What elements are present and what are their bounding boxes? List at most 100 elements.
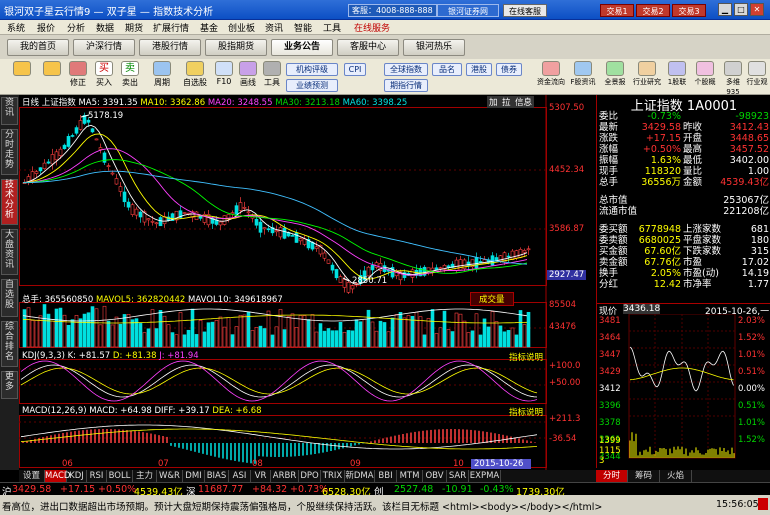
minimize-icon[interactable]: ▁ — [718, 3, 732, 16]
indicator-tab-dma[interactable]: 新DMA — [345, 470, 375, 482]
close-icon[interactable]: ✕ — [750, 3, 764, 16]
side-tab-ranking[interactable]: 综合排名 — [1, 321, 18, 367]
site-button[interactable]: 银河证券网 — [437, 4, 499, 17]
stock-link-button[interactable]: 1股联 — [664, 61, 690, 87]
mini-tab-flame[interactable]: 火焰 — [660, 470, 692, 482]
indicator-tab-arbr[interactable]: ARBR — [271, 470, 299, 482]
tab-galaxy[interactable]: 银河热乐 — [403, 39, 465, 56]
x-tick-06: 06 — [62, 459, 73, 469]
tab-announcements[interactable]: 业务公告 — [271, 39, 333, 56]
menu-extended[interactable]: 扩展行情 — [153, 21, 189, 34]
period-button[interactable]: 周期 — [150, 61, 174, 88]
info-button[interactable]: 信息 — [513, 96, 535, 108]
side-tab-intraday[interactable]: 分时走势 — [1, 129, 18, 175]
trade-1-button[interactable]: 交易1 — [600, 4, 634, 17]
indicator-tab-macd[interactable]: MACD — [45, 470, 70, 482]
volume-bar — [102, 305, 107, 348]
bond-pill[interactable]: 债券 — [496, 63, 522, 76]
side-tab-market-news[interactable]: 大盘资讯 — [1, 229, 18, 275]
indicator-tab-bbi[interactable]: BBI — [375, 470, 397, 482]
indicator-tab-dpo[interactable]: DPO — [299, 470, 321, 482]
sell-button[interactable]: 卖卖出 — [118, 61, 142, 88]
menu-futures[interactable]: 期货 — [125, 21, 143, 34]
menu-system[interactable]: 系统 — [7, 21, 25, 34]
side-tab-technical[interactable]: 技术分析 — [1, 179, 18, 225]
mini-tab-chips[interactable]: 筹码 — [628, 470, 660, 482]
futures-quote-pill[interactable]: 期指行情 — [384, 79, 428, 92]
quote-value-2: 14.19 — [741, 268, 769, 279]
menu-smart[interactable]: 智能 — [294, 21, 312, 34]
candle-body — [334, 269, 339, 279]
menu-news[interactable]: 资讯 — [265, 21, 283, 34]
hk-pill[interactable]: 港股 — [466, 63, 492, 76]
trade-2-button[interactable]: 交易2 — [636, 4, 670, 17]
menu-quotes[interactable]: 报价 — [37, 21, 55, 34]
tab-hk[interactable]: 港股行情 — [139, 39, 201, 56]
mini-pct-tick: 0.51% — [738, 401, 766, 411]
indicator-tab-bias[interactable]: BIAS — [205, 470, 229, 482]
side-tab-news[interactable]: 资讯 — [1, 97, 18, 125]
indicator-tab-trix[interactable]: TRIX — [321, 470, 345, 482]
up-button[interactable] — [40, 61, 64, 77]
indicator-tab-vr[interactable]: VR — [251, 470, 271, 482]
menu-tools[interactable]: 工具 — [323, 21, 341, 34]
f10-button[interactable]: F10 — [212, 61, 236, 86]
volume-bar — [494, 321, 499, 348]
mini-tab-intraday[interactable]: 分时 — [596, 470, 628, 482]
industry-button[interactable]: 行业研究 — [632, 61, 662, 87]
side-tab-watchlist[interactable]: 自选股 — [1, 279, 18, 317]
maximize-icon[interactable]: □ — [734, 3, 748, 16]
indicator-tab-boll[interactable]: BOLL — [107, 470, 133, 482]
tools-button[interactable]: 工具 — [260, 61, 284, 88]
product-pill[interactable]: 品名 — [432, 63, 462, 76]
candle-body — [242, 206, 247, 209]
menu-analysis[interactable]: 分析 — [67, 21, 85, 34]
back-button[interactable] — [10, 61, 34, 77]
volume-bar — [410, 315, 415, 348]
tab-home[interactable]: 我的首页 — [7, 39, 69, 56]
tab-service[interactable]: 客服中心 — [337, 39, 399, 56]
indicator-tab-sar[interactable]: SAR — [447, 470, 469, 482]
tab-index-futures[interactable]: 股指期货 — [205, 39, 267, 56]
side-tab-more[interactable]: 更多 — [1, 371, 18, 399]
fund-flow-button[interactable]: 资金流向 — [536, 61, 566, 87]
watchlist-button[interactable]: 自选股 — [180, 61, 210, 88]
kdj-help-button[interactable]: 指标说明 — [509, 351, 543, 363]
menu-gem[interactable]: 创业板 — [228, 21, 255, 34]
pull-button[interactable]: 拉 — [500, 96, 513, 108]
cpi-pill[interactable]: CPI — [344, 63, 366, 76]
menu-funds[interactable]: 基金 — [200, 21, 218, 34]
rating-pill[interactable]: 机构评级 — [286, 63, 338, 76]
indicator-tab-rsi[interactable]: RSI — [87, 470, 107, 482]
overview-button[interactable]: 个股概 — [692, 61, 718, 87]
f-news-button[interactable]: F股资讯 — [568, 61, 598, 87]
buy-button[interactable]: 买买入 — [92, 61, 116, 88]
panorama-button[interactable]: 全景报 — [600, 61, 630, 87]
candle-body — [62, 144, 67, 150]
indicator-tab-mtm[interactable]: MTM — [397, 470, 423, 482]
indicator-tab-dmi[interactable]: DMI — [183, 470, 205, 482]
trade-3-button[interactable]: 交易3 — [672, 4, 706, 17]
menu-online[interactable]: 在线服务 — [354, 21, 390, 34]
indicator-tab-kdj[interactable]: KDJ — [67, 470, 87, 482]
forecast-pill[interactable]: 业绩预测 — [286, 79, 338, 92]
indicator-tab-expma[interactable]: EXPMA — [469, 470, 501, 482]
settings-button[interactable]: 行业观 — [746, 61, 768, 87]
indicator-tab-obv[interactable]: OBV — [423, 470, 447, 482]
add-button[interactable]: 加 — [487, 96, 500, 108]
indicator-tab-[interactable]: 主力 — [133, 470, 157, 482]
news-scroll-text[interactable]: 看高位，进出口数据超出市场预期。预计大盘短期保持震荡偏强格局，个股继续保持活跃。… — [2, 499, 702, 513]
indicator-tab-wr[interactable]: W&R — [157, 470, 183, 482]
draw-button[interactable]: 画线 — [236, 61, 260, 88]
correct-button[interactable]: 修正 — [66, 61, 90, 88]
volume-bar — [246, 311, 251, 348]
menu-data[interactable]: 数据 — [96, 21, 114, 34]
macd-help-button[interactable]: 指标说明 — [509, 406, 543, 418]
tab-shsz[interactable]: 沪深行情 — [73, 39, 135, 56]
online-service-button[interactable]: 在线客服 — [503, 4, 547, 17]
volume-indicator-button[interactable]: 成交量 — [470, 292, 514, 306]
indicator-tab-asi[interactable]: ASI — [229, 470, 251, 482]
multi-dim-button[interactable]: 多维935 — [720, 61, 746, 96]
indicator-tab-[interactable]: 设置 — [19, 470, 45, 482]
global-index-pill[interactable]: 全球指数 — [384, 63, 428, 76]
